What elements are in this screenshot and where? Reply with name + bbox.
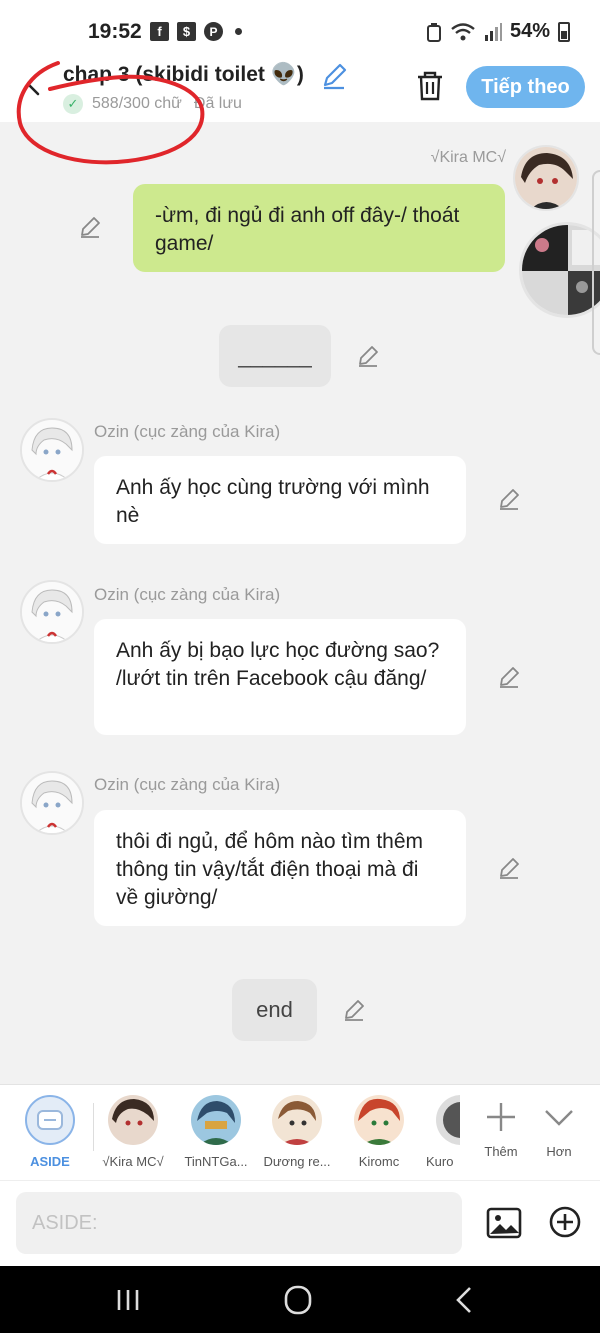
recent-apps-icon[interactable] <box>108 1284 148 1316</box>
edit-message-icon[interactable] <box>497 487 521 511</box>
avatar-ozin[interactable] <box>20 771 84 835</box>
trash-icon[interactable] <box>415 70 445 102</box>
message-sender: Ozin (cục zàng của Kira) <box>94 775 281 794</box>
avatar <box>436 1095 460 1145</box>
avatar <box>108 1095 158 1145</box>
add-character-icon[interactable] <box>483 1099 519 1135</box>
chapter-title[interactable]: chap 3 (skibidi toilet 👽) <box>63 63 304 87</box>
avatar-kira-large[interactable] <box>519 222 600 318</box>
notification-dot-icon <box>235 28 242 35</box>
message-bubble-center[interactable]: ______ <box>219 325 331 387</box>
edit-message-icon[interactable] <box>497 665 521 689</box>
battery-percent: 54% <box>509 20 550 42</box>
word-count: 588/300 chữ <box>92 95 182 112</box>
message-input[interactable] <box>16 1192 462 1254</box>
save-status: ✓ 588/300 chữ Đã lưu <box>63 94 242 114</box>
message-bubble-left[interactable]: Anh ấy học cùng trường với mình nè <box>94 456 466 544</box>
chevron-down-icon[interactable] <box>541 1099 577 1135</box>
character-aside[interactable]: ASIDE <box>10 1095 90 1169</box>
compose-bar <box>0 1180 600 1266</box>
character-kira[interactable]: √Kira MC√ <box>93 1095 173 1169</box>
check-icon: ✓ <box>63 94 83 114</box>
recycle-icon <box>426 22 441 42</box>
edit-title-icon[interactable] <box>320 62 348 90</box>
edit-message-icon[interactable] <box>78 215 102 239</box>
status-time: 19:52 <box>88 20 142 43</box>
home-icon[interactable] <box>278 1284 318 1316</box>
message-bubble-right[interactable]: -ừm, đi ngủ đi anh off đây-/ thoát game/ <box>133 184 505 272</box>
character-kuro[interactable]: Kuro <box>420 1095 460 1169</box>
facebook-icon: f <box>150 22 169 41</box>
message-bubble-left[interactable]: thôi đi ngủ, để hôm nào tìm thêm thông t… <box>94 810 466 926</box>
character-label: √Kira MC√ <box>102 1154 164 1169</box>
edit-message-icon[interactable] <box>356 344 380 368</box>
avatar <box>191 1095 241 1145</box>
character-selector: ASIDE √Kira MC√ TinNTGa... Dương re... K… <box>0 1084 600 1180</box>
message-sender: Ozin (cục zàng của Kira) <box>94 585 281 604</box>
character-duong[interactable]: Dương re... <box>257 1095 337 1169</box>
aside-icon <box>25 1095 75 1145</box>
next-button[interactable]: Tiếp theo <box>466 66 585 108</box>
money-app-icon: $ <box>177 22 196 41</box>
character-label: Kuro <box>426 1154 454 1169</box>
pinterest-icon: P <box>204 22 223 41</box>
message-sender: Ozin (cục zàng của Kira) <box>94 422 281 441</box>
side-scroll-handle[interactable] <box>592 170 600 355</box>
character-kiromc[interactable]: Kiromc <box>339 1095 419 1169</box>
status-bar: 19:52 f $ P 54% <box>0 0 600 60</box>
avatar <box>272 1095 322 1145</box>
character-label: Kiromc <box>358 1154 400 1169</box>
back-arrow-icon[interactable] <box>22 72 46 96</box>
wifi-icon <box>451 22 475 40</box>
system-nav-bar <box>0 1266 600 1333</box>
character-tinntga[interactable]: TinNTGa... <box>176 1095 256 1169</box>
avatar-kira[interactable] <box>513 145 579 211</box>
message-bubble-center[interactable]: end <box>232 979 317 1041</box>
avatar-ozin[interactable] <box>20 418 84 482</box>
signal-icon <box>484 22 502 41</box>
more-label[interactable]: Thêm <box>471 1144 531 1159</box>
character-label: TinNTGa... <box>184 1154 248 1169</box>
battery-icon <box>558 21 570 42</box>
edit-message-icon[interactable] <box>342 998 366 1022</box>
expand-label[interactable]: Hơn <box>529 1144 589 1159</box>
character-label: Dương re... <box>263 1154 331 1169</box>
add-circle-icon[interactable] <box>548 1205 582 1239</box>
character-label: ASIDE <box>30 1154 70 1169</box>
avatar <box>354 1095 404 1145</box>
message-bubble-left[interactable]: Anh ấy bị bạo lực học đường sao? /lướt t… <box>94 619 466 735</box>
back-icon[interactable] <box>446 1284 486 1316</box>
avatar-ozin[interactable] <box>20 580 84 644</box>
image-icon[interactable] <box>486 1207 522 1239</box>
editor-header: chap 3 (skibidi toilet 👽) ✓ 588/300 chữ … <box>0 60 600 122</box>
edit-message-icon[interactable] <box>497 856 521 880</box>
message-sender: √Kira MC√ <box>430 149 506 166</box>
saved-label: Đã lưu <box>193 95 242 112</box>
